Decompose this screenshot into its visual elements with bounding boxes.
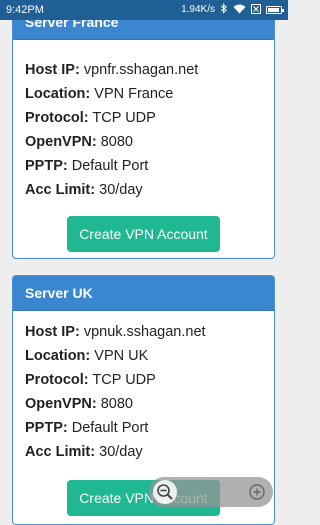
zoom-controls (149, 477, 273, 507)
bluetooth-icon (220, 3, 228, 17)
openvpn-row: OpenVPN: 8080 (25, 396, 133, 412)
wifi-icon (233, 4, 246, 17)
server-title: Server UK (25, 285, 93, 301)
zoom-in-icon[interactable] (245, 480, 269, 504)
status-bar: 9:42PM 1.94K/s (0, 0, 288, 20)
acc-limit-row: Acc Limit: 30/day (25, 182, 143, 198)
protocol-row: Protocol: TCP UDP (25, 110, 156, 126)
location-row: Location: VPN France (25, 86, 174, 102)
status-icons: 1.94K/s (181, 3, 284, 17)
zoom-out-icon[interactable] (153, 480, 177, 504)
location-row: Location: VPN UK (25, 348, 149, 364)
pptp-row: PPTP: Default Port (25, 158, 149, 174)
battery-icon (266, 6, 284, 14)
pptp-row: PPTP: Default Port (25, 420, 149, 436)
acc-limit-row: Acc Limit: 30/day (25, 444, 143, 460)
create-vpn-account-button[interactable]: Create VPN Account (67, 216, 220, 252)
openvpn-row: OpenVPN: 8080 (25, 134, 133, 150)
sim-icon (251, 3, 261, 17)
host-ip-row: Host IP: vpnfr.sshagan.net (25, 62, 199, 78)
server-card-header: Server UK (13, 276, 274, 311)
protocol-row: Protocol: TCP UDP (25, 372, 156, 388)
host-ip-row: Host IP: vpnuk.sshagan.net (25, 324, 206, 340)
network-speed: 1.94K/s (181, 4, 215, 15)
status-time: 9:42PM (6, 4, 44, 16)
server-card-france: Server France Host IP: vpnfr.sshagan.net… (12, 4, 275, 259)
